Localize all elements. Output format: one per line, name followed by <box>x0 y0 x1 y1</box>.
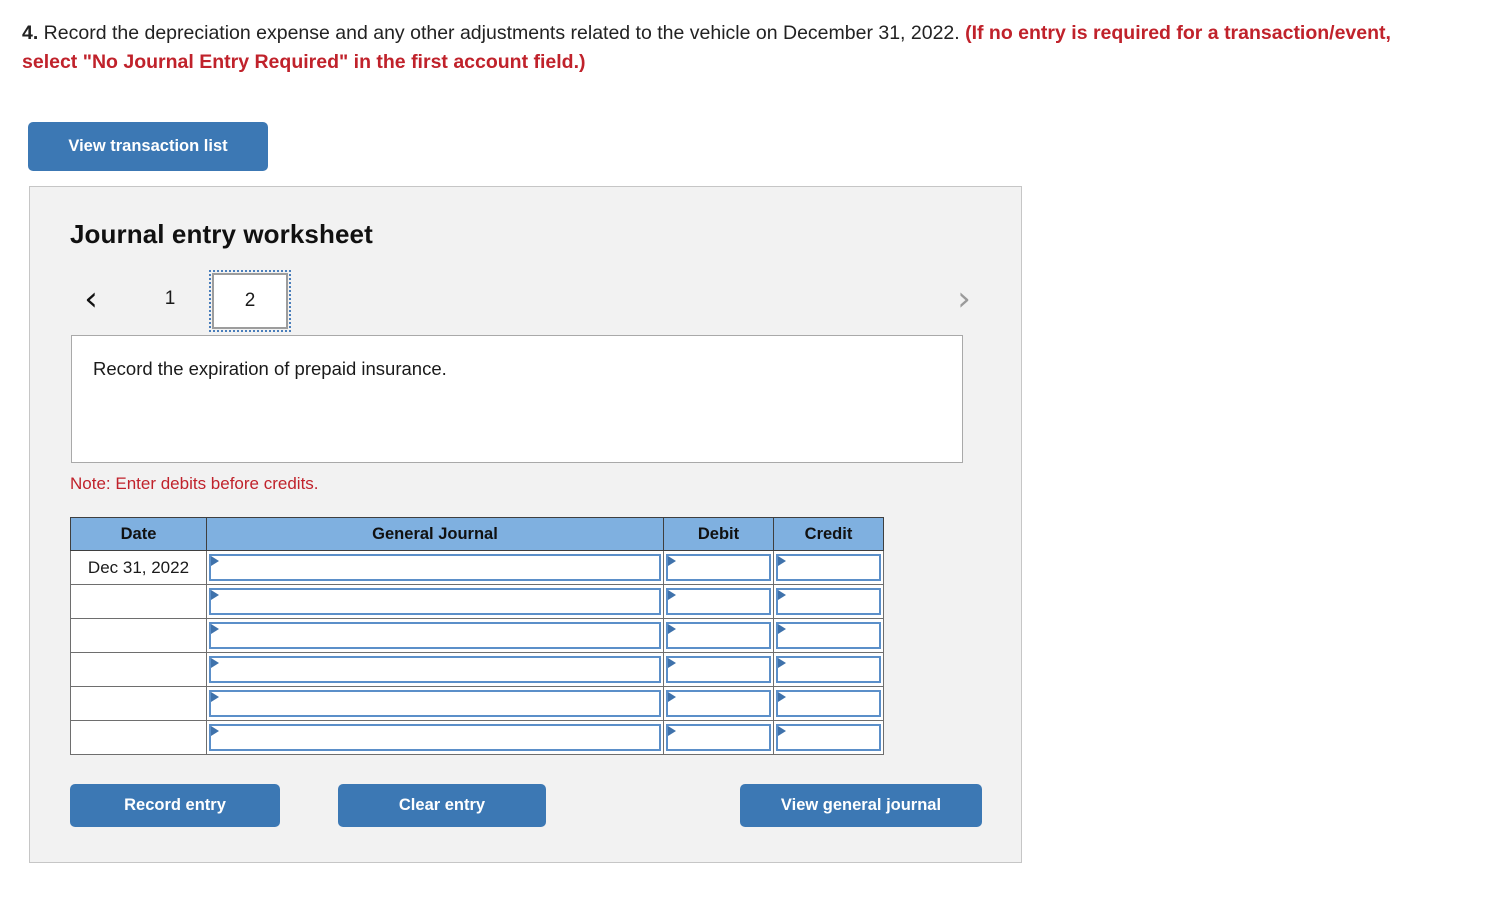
input-debit[interactable] <box>666 724 771 751</box>
debits-before-credits-note: Note: Enter debits before credits. <box>70 474 319 493</box>
cell-debit[interactable] <box>663 652 774 687</box>
worksheet-title: Journal entry worksheet <box>70 219 373 249</box>
chevron-left-icon[interactable]: ‹ <box>72 273 110 325</box>
cell-general-journal[interactable] <box>206 720 664 755</box>
cell-credit[interactable] <box>773 584 884 619</box>
column-header-date: Date <box>70 517 207 551</box>
input-debit[interactable] <box>666 656 771 683</box>
page-tab-1[interactable]: 1 <box>132 273 208 325</box>
table-row <box>70 720 884 755</box>
question-text: Record the depreciation expense and any … <box>38 22 966 44</box>
cell-date[interactable] <box>70 720 207 755</box>
input-credit[interactable] <box>776 554 881 581</box>
input-general-journal[interactable] <box>209 588 661 615</box>
cell-debit[interactable] <box>663 618 774 653</box>
input-general-journal[interactable] <box>209 622 661 649</box>
input-credit[interactable] <box>776 656 881 683</box>
cell-debit[interactable] <box>663 584 774 619</box>
chevron-right-icon[interactable]: › <box>945 273 983 325</box>
input-debit[interactable] <box>666 588 771 615</box>
journal-entry-table: Date General Journal Debit Credit Dec 31… <box>70 517 884 755</box>
cell-debit[interactable] <box>663 686 774 721</box>
table-row: Dec 31, 2022 <box>70 550 884 585</box>
column-header-credit: Credit <box>773 517 884 551</box>
cell-date[interactable]: Dec 31, 2022 <box>70 550 207 585</box>
cell-debit[interactable] <box>663 720 774 755</box>
worksheet-pager: ‹ 1 2 › <box>70 270 983 332</box>
input-general-journal[interactable] <box>209 690 661 717</box>
input-debit[interactable] <box>666 622 771 649</box>
table-row <box>70 584 884 619</box>
column-header-debit: Debit <box>663 517 774 551</box>
cell-general-journal[interactable] <box>206 584 664 619</box>
cell-credit[interactable] <box>773 550 884 585</box>
table-row <box>70 652 884 687</box>
input-credit[interactable] <box>776 724 881 751</box>
cell-general-journal[interactable] <box>206 618 664 653</box>
cell-debit[interactable] <box>663 550 774 585</box>
page-tab-2[interactable]: 2 <box>209 270 291 332</box>
question-number: 4. <box>22 22 39 44</box>
table-row <box>70 618 884 653</box>
input-credit[interactable] <box>776 690 881 717</box>
cell-credit[interactable] <box>773 720 884 755</box>
column-header-general-journal: General Journal <box>206 517 664 551</box>
journal-entry-worksheet-panel: Journal entry worksheet ‹ 1 2 › Record t… <box>29 186 1022 863</box>
record-entry-button[interactable]: Record entry <box>70 784 280 827</box>
input-credit[interactable] <box>776 588 881 615</box>
input-general-journal[interactable] <box>209 554 661 581</box>
input-general-journal[interactable] <box>209 656 661 683</box>
question-prompt: 4. Record the depreciation expense and a… <box>22 19 1422 77</box>
cell-credit[interactable] <box>773 652 884 687</box>
cell-credit[interactable] <box>773 686 884 721</box>
cell-date[interactable] <box>70 618 207 653</box>
cell-general-journal[interactable] <box>206 652 664 687</box>
cell-date[interactable] <box>70 686 207 721</box>
transaction-description-text: Record the expiration of prepaid insuran… <box>93 358 447 379</box>
view-transaction-list-button[interactable]: View transaction list <box>28 122 268 171</box>
cell-date[interactable] <box>70 584 207 619</box>
cell-date[interactable] <box>70 652 207 687</box>
cell-credit[interactable] <box>773 618 884 653</box>
input-general-journal[interactable] <box>209 724 661 751</box>
cell-general-journal[interactable] <box>206 550 664 585</box>
transaction-description-box: Record the expiration of prepaid insuran… <box>71 335 963 463</box>
cell-general-journal[interactable] <box>206 686 664 721</box>
clear-entry-button[interactable]: Clear entry <box>338 784 546 827</box>
view-general-journal-button[interactable]: View general journal <box>740 784 982 827</box>
input-debit[interactable] <box>666 690 771 717</box>
table-header-row: Date General Journal Debit Credit <box>70 517 884 551</box>
input-debit[interactable] <box>666 554 771 581</box>
table-row <box>70 686 884 721</box>
input-credit[interactable] <box>776 622 881 649</box>
